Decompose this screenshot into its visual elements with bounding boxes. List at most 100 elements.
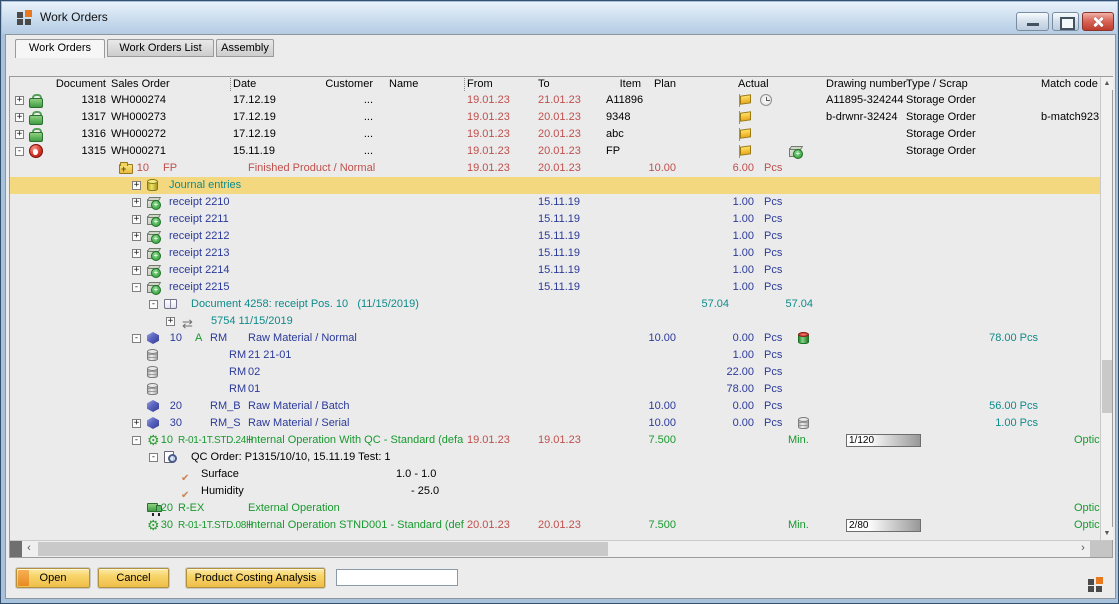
cell-range: 1.0 - 1.0: [396, 466, 436, 483]
cell-to: 20.01.23: [538, 143, 581, 160]
footer-text-input[interactable]: [336, 569, 458, 586]
row-bin-rm-3[interactable]: RM0178.00Pcs: [10, 381, 1100, 398]
quantity-progress-field[interactable]: 2/80: [846, 519, 921, 532]
cell-unit: Pcs: [764, 381, 782, 398]
row-qc-test-humidity[interactable]: Humidity- 25.0: [10, 483, 1100, 500]
column-header-type[interactable]: Type / Scrap: [906, 78, 968, 92]
tab-assembly[interactable]: Assembly: [216, 39, 274, 57]
column-splitter[interactable]: [10, 541, 22, 557]
box-green-plus-icon: [147, 233, 159, 242]
row-doc-1318[interactable]: +1318WH00027417.12.19...19.01.2321.01.23…: [10, 92, 1100, 109]
expand-expander[interactable]: +: [132, 181, 141, 190]
cell-to: 20.01.23: [538, 517, 581, 534]
cell-minunit: Min.: [788, 432, 809, 449]
cell-range2: - 25.0: [411, 483, 439, 500]
expand-expander[interactable]: +: [166, 317, 175, 326]
collapse-expander[interactable]: -: [132, 283, 141, 292]
expand-expander[interactable]: +: [132, 419, 141, 428]
vertical-scrollbar-thumb[interactable]: [1102, 360, 1112, 413]
column-header-date[interactable]: Date: [233, 78, 256, 92]
resize-grip-icon[interactable]: [1087, 577, 1103, 593]
cell-cost2: 57.04: [785, 296, 813, 313]
row-transfer-5754[interactable]: +5754 11/15/2019: [10, 313, 1100, 330]
cell-pos2: 30: [170, 415, 182, 432]
scroll-right-icon[interactable]: ›: [1076, 541, 1090, 557]
row-receipt-2210[interactable]: +receipt 221015.11.191.00Pcs: [10, 194, 1100, 211]
scroll-up-icon[interactable]: ▲: [1101, 77, 1113, 90]
expand-expander[interactable]: +: [132, 249, 141, 258]
row-item-rm[interactable]: -10ARMRaw Material / Normal10.000.00Pcs7…: [10, 330, 1100, 347]
check-orange-icon: [181, 485, 195, 498]
row-item-rm-b[interactable]: 20RM_BRaw Material / Batch10.000.00Pcs56…: [10, 398, 1100, 415]
row-op-20-rex[interactable]: 20R-EXExternal OperationOptic: [10, 500, 1100, 517]
expand-expander[interactable]: +: [15, 130, 24, 139]
row-document-4258[interactable]: -Document 4258: receipt Pos. 10 (11/15/2…: [10, 296, 1100, 313]
cell-text4: 5754 11/15/2019: [211, 313, 293, 330]
tab-work-orders[interactable]: Work Orders: [15, 39, 105, 58]
expand-expander[interactable]: +: [132, 232, 141, 241]
open-button[interactable]: Open: [16, 568, 90, 588]
scroll-down-icon[interactable]: ▼: [1101, 527, 1113, 540]
row-item-rm-s[interactable]: +30RM_SRaw Material / Serial10.000.00Pcs…: [10, 415, 1100, 432]
column-header-so[interactable]: Sales Order: [111, 78, 170, 92]
row-receipt-2211[interactable]: +receipt 221115.11.191.00Pcs: [10, 211, 1100, 228]
collapse-expander[interactable]: -: [132, 334, 141, 343]
row-bin-rm-1[interactable]: RM21 21-011.00Pcs: [10, 347, 1100, 364]
row-qc-test-surface[interactable]: Surface1.0 - 1.0: [10, 466, 1100, 483]
row-qc-order[interactable]: -QC Order: P1315/10/10, 15.11.19 Test: 1: [10, 449, 1100, 466]
scroll-left-icon[interactable]: ‹: [22, 541, 36, 557]
expand-expander[interactable]: +: [132, 198, 141, 207]
product-costing-analysis-button[interactable]: Product Costing Analysis: [186, 568, 325, 588]
row-doc-1317[interactable]: +1317WH00027317.12.19...19.01.2320.01.23…: [10, 109, 1100, 126]
cell-stock: 1.00 Pcs: [995, 415, 1038, 432]
cell-code2: RM: [210, 330, 227, 347]
column-header-name[interactable]: Name: [389, 78, 418, 92]
expand-expander[interactable]: +: [15, 96, 24, 105]
row-receipt-2214[interactable]: +receipt 221415.11.191.00Pcs: [10, 262, 1100, 279]
vertical-scrollbar[interactable]: ▲ ▼: [1100, 77, 1112, 540]
horizontal-scrollbar-thumb[interactable]: [38, 542, 608, 556]
close-button[interactable]: [1082, 12, 1114, 31]
cancel-button[interactable]: Cancel: [98, 568, 169, 588]
column-header-cust[interactable]: Customer: [325, 78, 373, 92]
column-header-item[interactable]: Item: [620, 78, 641, 92]
cell-drawing: b-drwnr-32424: [826, 109, 898, 126]
cell-qty: 6.00: [733, 160, 754, 177]
cell-posOp: 20: [161, 500, 173, 517]
row-op-10[interactable]: -10R-01-1T.STD.24HInternal Operation Wit…: [10, 432, 1100, 449]
header-separator: [464, 78, 465, 91]
row-op-30[interactable]: 30R-01-1T.STD.08HInternal Operation STND…: [10, 517, 1100, 534]
column-header-from[interactable]: From: [467, 78, 493, 92]
collapse-expander[interactable]: -: [15, 147, 24, 156]
expand-expander[interactable]: +: [132, 266, 141, 275]
expand-expander[interactable]: +: [15, 113, 24, 122]
row-pos-10-fp[interactable]: 10FPFinished Product / Normal19.01.2320.…: [10, 160, 1100, 177]
row-receipt-2212[interactable]: +receipt 221215.11.191.00Pcs: [10, 228, 1100, 245]
collapse-expander[interactable]: -: [149, 300, 158, 309]
tab-work-orders-list[interactable]: Work Orders List: [107, 39, 214, 57]
row-doc-1315[interactable]: -1315WH00027115.11.19...19.01.2320.01.23…: [10, 143, 1100, 160]
collapse-expander[interactable]: -: [132, 436, 141, 445]
restore-button[interactable]: [1052, 12, 1079, 31]
column-header-drawing[interactable]: Drawing number: [826, 78, 907, 92]
title-bar[interactable]: Work Orders: [2, 2, 1117, 34]
app-logo-icon: [16, 10, 32, 26]
column-header-match[interactable]: Match code: [1041, 78, 1098, 92]
row-receipt-2213[interactable]: +receipt 221315.11.191.00Pcs: [10, 245, 1100, 262]
cell-type: Storage Order: [906, 109, 976, 126]
expand-expander[interactable]: +: [132, 215, 141, 224]
column-header-to[interactable]: To: [538, 78, 550, 92]
row-receipt-2215[interactable]: -receipt 221515.11.191.00Pcs: [10, 279, 1100, 296]
cell-qty: 0.00: [733, 330, 754, 347]
column-header-actual[interactable]: Actual: [738, 78, 769, 92]
row-bin-rm-2[interactable]: RM0222.00Pcs: [10, 364, 1100, 381]
minimize-button[interactable]: [1016, 12, 1049, 31]
row-doc-1316[interactable]: +1316WH00027217.12.19...19.01.2320.01.23…: [10, 126, 1100, 143]
horizontal-scrollbar[interactable]: ‹ ›: [10, 540, 1112, 557]
quantity-progress-field[interactable]: 1/120: [846, 434, 921, 447]
row-journal-entries[interactable]: +Journal entries: [10, 177, 1100, 194]
collapse-expander[interactable]: -: [149, 453, 158, 462]
cell-plan: 10.00: [648, 330, 676, 347]
column-header-doc[interactable]: Document: [56, 78, 106, 92]
column-header-plan[interactable]: Plan: [654, 78, 676, 92]
